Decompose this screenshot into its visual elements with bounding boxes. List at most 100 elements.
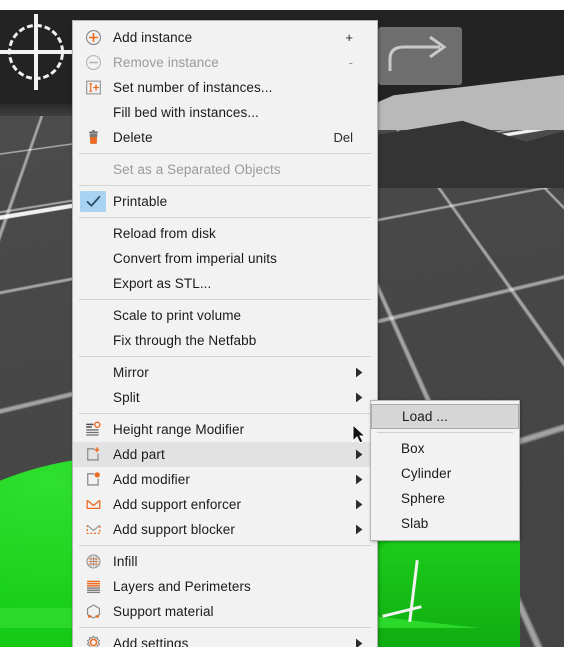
menu-item-icon [79, 191, 107, 212]
menu-item-label: Set number of instances... [113, 80, 273, 95]
menu-separator [79, 185, 371, 186]
menu-item-icon [79, 470, 107, 490]
menu-item-submenu-arrow [355, 524, 367, 535]
submenu-item-label: Box [401, 441, 425, 456]
menu-item-mirror[interactable]: Mirror [73, 360, 377, 385]
menu-item-icon [79, 634, 107, 647]
menu-separator [79, 153, 371, 154]
menu-item-submenu-arrow [355, 449, 367, 460]
menu-item-icon [79, 249, 107, 269]
add-part-icon [86, 447, 99, 461]
menu-item-label: Scale to print volume [113, 308, 242, 323]
menu-item-icon [79, 577, 107, 597]
menu-item-support-material[interactable]: Support material [73, 599, 377, 624]
menu-item-icon [79, 103, 107, 123]
menu-item-label: Add part [113, 447, 165, 462]
menu-item-icon [79, 306, 107, 326]
printable-checkbox[interactable] [80, 191, 106, 212]
menu-item-label: Layers and Perimeters [113, 579, 251, 594]
menu-item-icon [79, 28, 107, 48]
menu-item-icon [79, 274, 107, 294]
mouse-cursor [352, 424, 366, 444]
menu-separator [79, 217, 371, 218]
add-part-submenu[interactable]: Load ... Box Cylinder Sphere Slab [370, 400, 520, 541]
menu-item-submenu-arrow [355, 499, 367, 510]
chevron-right-icon [356, 474, 363, 485]
menu-item-submenu-arrow [355, 638, 367, 647]
menu-item-add-support-enforcer[interactable]: Add support enforcer [73, 492, 377, 517]
menu-item-set-number-of-instances[interactable]: Set number of instances... [73, 75, 377, 100]
menu-item-label: Printable [113, 194, 168, 209]
menu-item-label: Convert from imperial units [113, 251, 278, 266]
menu-item-fix-through-the-netfabb[interactable]: Fix through the Netfabb [73, 328, 377, 353]
submenu-item-label: Load ... [402, 409, 448, 424]
minus-circle-icon [85, 54, 101, 71]
window-top-edge [0, 0, 566, 10]
support-enforcer-icon [86, 499, 100, 510]
menu-item-icon [79, 445, 107, 465]
submenu-item-label: Slab [401, 516, 429, 531]
menu-separator [377, 432, 513, 433]
chevron-right-icon [356, 449, 363, 460]
menu-item-label: Fill bed with instances... [113, 105, 259, 120]
submenu-item-load[interactable]: Load ... [371, 404, 519, 429]
menu-item-label: Remove instance [113, 55, 219, 70]
menu-item-fill-bed-with-instances[interactable]: Fill bed with instances... [73, 100, 377, 125]
menu-item-label: Add support enforcer [113, 497, 242, 512]
menu-item-label: Export as STL... [113, 276, 212, 291]
menu-item-icon [79, 160, 107, 180]
viewport-toolbar[interactable] [378, 27, 462, 85]
menu-item-infill[interactable]: Infill [73, 549, 377, 574]
trash-icon [88, 130, 98, 144]
menu-item-add-instance[interactable]: Add instance + [73, 25, 377, 50]
menu-item-icon [79, 331, 107, 351]
move-gizmo[interactable] [0, 14, 76, 90]
menu-item-label: Infill [113, 554, 138, 569]
submenu-item-sphere[interactable]: Sphere [371, 486, 519, 511]
instances-count-icon [85, 80, 101, 95]
submenu-item-label: Sphere [401, 491, 446, 506]
menu-separator [79, 413, 371, 414]
menu-item-icon [79, 495, 107, 515]
menu-item-set-as-a-separated-objects: Set as a Separated Objects [73, 157, 377, 182]
submenu-item-box[interactable]: Box [371, 436, 519, 461]
chevron-right-icon [356, 392, 363, 403]
menu-item-printable[interactable]: Printable [73, 189, 377, 214]
submenu-item-cylinder[interactable]: Cylinder [371, 461, 519, 486]
menu-item-icon [79, 363, 107, 383]
infill-icon [86, 554, 100, 569]
menu-item-height-range-modifier[interactable]: Height range Modifier [73, 417, 377, 442]
menu-separator [79, 545, 371, 546]
menu-item-submenu-arrow [355, 392, 367, 403]
menu-item-icon [79, 78, 107, 98]
submenu-item-slab[interactable]: Slab [371, 511, 519, 536]
menu-item-add-part[interactable]: Add part [73, 442, 377, 467]
menu-item-label: Add support blocker [113, 522, 235, 537]
menu-separator [79, 627, 371, 628]
menu-item-label: Support material [113, 604, 214, 619]
menu-item-icon [79, 602, 107, 622]
menu-item-icon [79, 388, 107, 408]
redo-icon[interactable] [378, 27, 462, 85]
menu-item-export-as-stl[interactable]: Export as STL... [73, 271, 377, 296]
menu-item-add-settings[interactable]: Add settings [73, 631, 377, 647]
menu-item-label: Add modifier [113, 472, 190, 487]
menu-item-reload-from-disk[interactable]: Reload from disk [73, 221, 377, 246]
menu-item-label: Add settings [113, 636, 189, 647]
menu-item-delete[interactable]: Delete Del [73, 125, 377, 150]
object-context-menu[interactable]: Add instance + Remove instance - Set num… [72, 20, 378, 647]
menu-item-scale-to-print-volume[interactable]: Scale to print volume [73, 303, 377, 328]
settings-gear-icon [86, 635, 100, 647]
menu-item-split[interactable]: Split [73, 385, 377, 410]
support-blocker-icon [86, 524, 100, 535]
chevron-right-icon [356, 499, 363, 510]
menu-item-add-support-blocker[interactable]: Add support blocker [73, 517, 377, 542]
menu-item-layers-and-perimeters[interactable]: Layers and Perimeters [73, 574, 377, 599]
menu-item-submenu-arrow [355, 367, 367, 378]
menu-item-convert-from-imperial-units[interactable]: Convert from imperial units [73, 246, 377, 271]
menu-item-icon [79, 224, 107, 244]
submenu-item-label: Cylinder [401, 466, 452, 481]
menu-item-add-modifier[interactable]: Add modifier [73, 467, 377, 492]
plus-circle-icon [85, 29, 101, 46]
menu-item-accelerator: + [345, 30, 353, 45]
